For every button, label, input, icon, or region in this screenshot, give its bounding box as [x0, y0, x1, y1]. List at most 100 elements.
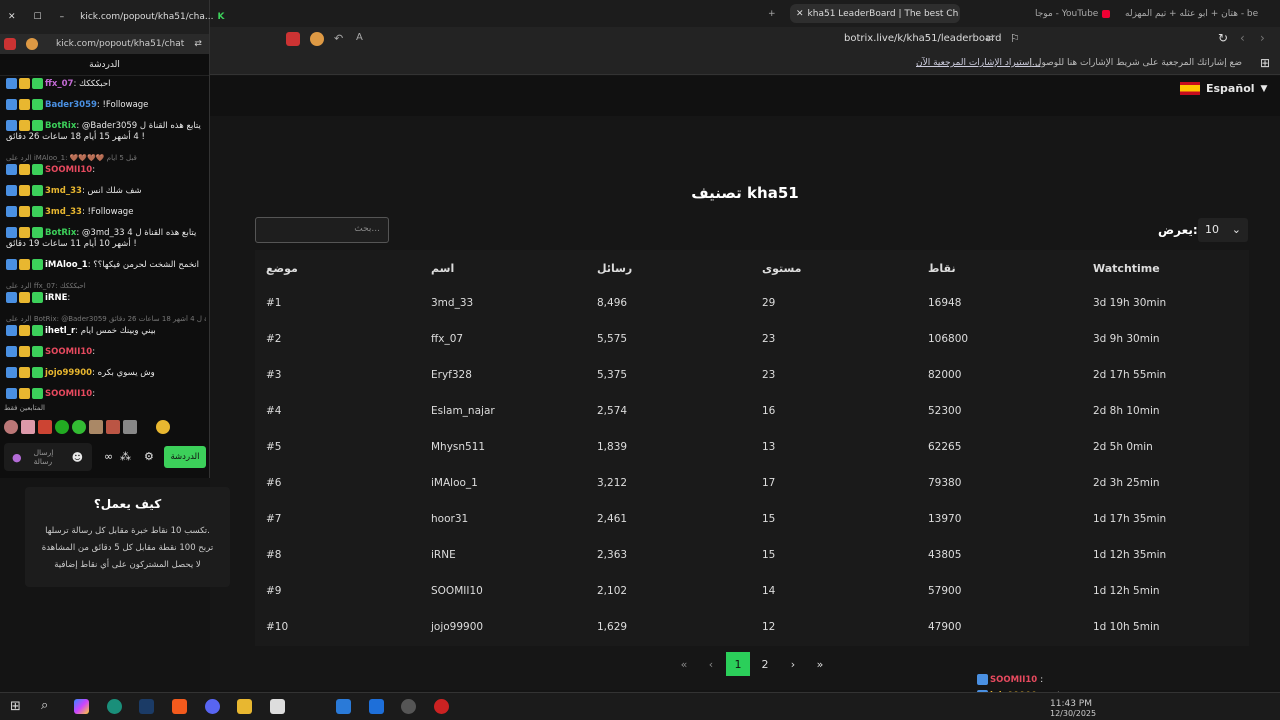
moderator-badge-icon: [6, 388, 17, 399]
back-history-icon[interactable]: ↶: [334, 32, 343, 45]
emoji-picker-icon[interactable]: ☻: [72, 451, 83, 464]
next-page-button[interactable]: ›: [781, 652, 805, 676]
chat-username[interactable]: BotRix: [45, 121, 76, 131]
import-bookmarks-link[interactable]: استيراد الإشارات المرجعية الآن...: [916, 58, 1040, 68]
bookmark-icon[interactable]: ⚐: [1010, 32, 1020, 45]
tab-leaderboard[interactable]: ✕ kha51 LeaderBoard | The best Ch: [790, 4, 960, 23]
brave-shield-icon[interactable]: [26, 38, 38, 50]
infinity-icon[interactable]: ∞: [104, 450, 113, 463]
minimize-icon[interactable]: –: [60, 12, 65, 22]
windows-start-icon[interactable]: ⊞: [10, 699, 21, 714]
subscriber-badge-icon: [32, 325, 43, 336]
calendar-icon[interactable]: [270, 699, 285, 714]
chat-reply-context[interactable]: الرد على iMAloo_1: 🤎🤎🤎🤎 قبل 5 ايام: [6, 154, 206, 162]
emote-icon[interactable]: [4, 420, 18, 434]
gear-icon[interactable]: ⚙: [144, 450, 154, 463]
column-header-points[interactable]: نقاط: [928, 262, 956, 275]
close-icon[interactable]: ✕: [796, 9, 804, 19]
cell-position: #1: [266, 297, 282, 309]
forward-icon[interactable]: ›: [1260, 31, 1265, 45]
chat-username[interactable]: iMAloo_1: [45, 260, 88, 270]
maximize-icon[interactable]: ☐: [34, 12, 42, 22]
column-header-watchtime[interactable]: Watchtime: [1093, 262, 1160, 275]
obs-icon[interactable]: [434, 699, 449, 714]
settings-app-icon[interactable]: [401, 699, 416, 714]
brave-shield-icon[interactable]: [310, 32, 324, 46]
prev-page-button[interactable]: ‹: [699, 652, 723, 676]
chat-text: :: [1040, 675, 1044, 685]
emote-icon[interactable]: [72, 420, 86, 434]
emote-icon[interactable]: [106, 420, 120, 434]
page-size-select[interactable]: 10 ⌄: [1198, 218, 1248, 242]
chat-reply-context[interactable]: الرد على BotRix: @Bader3059 يتابع هذه ال…: [6, 315, 206, 323]
tab-youtube[interactable]: موجا - YouTube: [1035, 4, 1110, 23]
site-settings-icon[interactable]: ⇄: [194, 39, 202, 49]
chat-username[interactable]: ffx_07: [45, 79, 73, 89]
column-header-messages[interactable]: رسائل: [597, 262, 632, 275]
mic-icon[interactable]: ●: [12, 451, 22, 464]
address-bar-row: ↶ A botrix.live/k/kha51/leaderboard ⇄ ⚐ …: [210, 27, 1280, 53]
chat-input-placeholder: إرسال رسالة: [33, 448, 54, 466]
apps-icon[interactable]: ⊞: [1260, 56, 1270, 70]
column-header-name[interactable]: اسم: [431, 262, 454, 275]
emoji-icon[interactable]: [156, 420, 170, 434]
adblock-icon[interactable]: [4, 38, 16, 50]
tab-other[interactable]: هتان + ابو عثله + تيم المهزله - be: [1125, 4, 1275, 23]
page-button-1[interactable]: 1: [726, 652, 750, 676]
chat-username[interactable]: jojo99900: [45, 368, 92, 378]
chat-username[interactable]: iRNE: [45, 293, 67, 303]
app-icon[interactable]: [336, 699, 351, 714]
chat-username[interactable]: 3md_33: [45, 207, 82, 217]
first-page-button[interactable]: «: [672, 652, 696, 676]
close-icon[interactable]: ✕: [8, 12, 16, 22]
reload-icon[interactable]: ↻: [1218, 31, 1228, 45]
chat-username[interactable]: ihetl_r: [45, 326, 75, 336]
taskbar-date[interactable]: 12/30/2025: [1050, 709, 1096, 718]
cell-level: 17: [762, 477, 776, 489]
translate-icon[interactable]: A: [356, 32, 363, 43]
edge-icon[interactable]: [107, 699, 122, 714]
search-icon[interactable]: ⌕: [41, 698, 48, 713]
cell-level: 15: [762, 513, 776, 525]
back-icon[interactable]: ‹: [1240, 31, 1245, 45]
popout-url[interactable]: kick.com/popout/kha51/chat: [56, 39, 184, 49]
bookmarks-hint: ضع إشاراتك المرجعية على شريط الإشارات هن…: [1030, 58, 1242, 68]
emote-icon[interactable]: [89, 420, 103, 434]
subscriber-badge-icon: [32, 206, 43, 217]
copilot-icon[interactable]: [74, 699, 89, 714]
app-icon[interactable]: [369, 699, 384, 714]
bookmarks-bar: استيراد الإشارات المرجعية الآن... ضع إشا…: [210, 53, 1280, 75]
chat-username[interactable]: Bader3059: [45, 100, 97, 110]
emote-icon[interactable]: [38, 420, 52, 434]
site-settings-icon[interactable]: ⇄: [986, 33, 994, 44]
emote-icon[interactable]: [21, 420, 35, 434]
chat-input[interactable]: ● إرسال رسالة ☻: [4, 443, 92, 471]
chat-username[interactable]: SOOMII10: [45, 347, 92, 357]
adblock-icon[interactable]: [286, 32, 300, 46]
emote-icon[interactable]: [55, 420, 69, 434]
file-explorer-icon[interactable]: [237, 699, 252, 714]
chat-username[interactable]: SOOMII10: [45, 165, 92, 175]
page-button-2[interactable]: 2: [753, 652, 777, 676]
column-header-level[interactable]: مستوى: [762, 262, 801, 275]
cell-messages: 1,629: [597, 621, 628, 633]
people-icon[interactable]: ⁂: [120, 450, 131, 463]
brave-icon[interactable]: [172, 699, 187, 714]
emote-icon[interactable]: [123, 420, 137, 434]
chat-message: BotRix: @3md_33 يتابع هذه القناة ل 4 أشه…: [6, 227, 206, 250]
chat-send-button[interactable]: الدردشة: [164, 446, 206, 468]
chat-username[interactable]: BotRix: [45, 228, 76, 238]
chat-username[interactable]: 3md_33: [45, 186, 82, 196]
column-header-position[interactable]: موضع: [266, 262, 298, 275]
new-tab-button[interactable]: +: [768, 4, 776, 23]
tab-label: هتان + ابو عثله + تيم المهزله - be: [1125, 8, 1259, 19]
taskbar-time[interactable]: 11:43 PM: [1050, 699, 1092, 709]
url-text[interactable]: botrix.live/k/kha51/leaderboard: [844, 33, 1001, 44]
chat-username[interactable]: SOOMII10: [45, 389, 92, 399]
chat-reply-context[interactable]: الرد على ffx_07: احبكككك: [6, 282, 206, 290]
discord-icon[interactable]: [205, 699, 220, 714]
search-input[interactable]: بحث...: [255, 217, 389, 243]
language-selector[interactable]: Español ▼: [1180, 82, 1267, 95]
last-page-button[interactable]: »: [808, 652, 832, 676]
steam-icon[interactable]: [139, 699, 154, 714]
